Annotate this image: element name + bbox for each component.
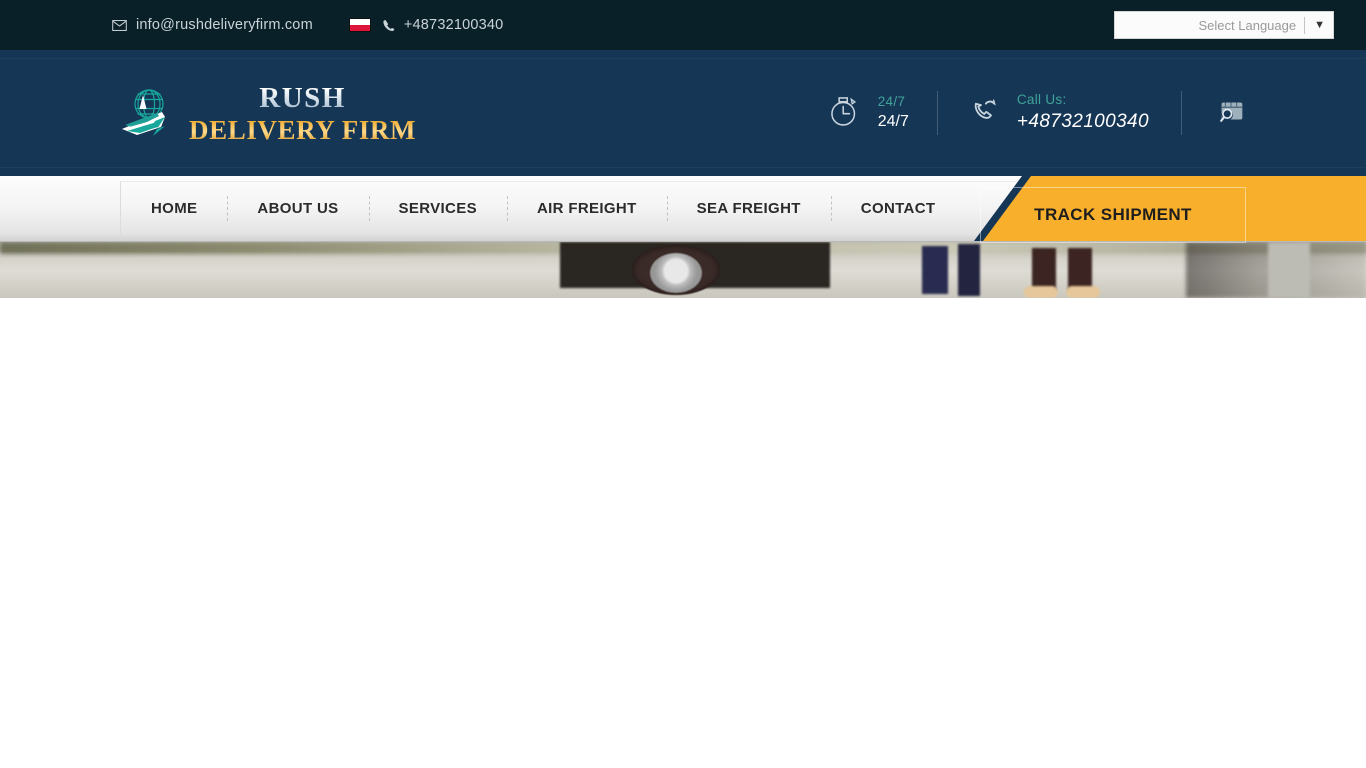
header-divider-1 [936,91,938,135]
language-selector-label: Select Language [1198,17,1297,33]
logo-line-2: DELIVERY FIRM [189,115,417,145]
nav-item-about-us[interactable]: ABOUT US [227,182,368,235]
phone-handset-icon [966,92,1002,133]
language-selector[interactable]: Select Language ▼ [1114,11,1334,39]
language-selector-divider [1304,16,1306,34]
nav-item-contact[interactable]: CONTACT [830,182,966,235]
hero-pillar [1268,242,1310,298]
hero-person-leg [958,244,980,296]
hero-person-shoe [1024,286,1058,298]
main-navigation: HOME ABOUT US SERVICES AIR FREIGHT SEA F… [0,176,1366,243]
chevron-down-icon: ▼ [1314,19,1325,31]
hours-text: 24/7 24/7 [878,93,909,133]
nav-item-services[interactable]: SERVICES [368,182,507,235]
poland-flag-icon [348,18,371,32]
envelope-icon [112,19,127,31]
hero-person-shoe [1066,286,1100,298]
nav-item-home[interactable]: HOME [121,182,227,235]
email-link[interactable]: info@rushdeliveryfirm.com [112,17,313,33]
top-bar: info@rushdeliveryfirm.com +48732100340 S… [0,0,1366,50]
hours-label: 24/7 [877,94,906,110]
package-search-icon[interactable] [1214,94,1248,133]
stopwatch-icon [827,93,863,134]
call-label: Call Us: [1016,92,1067,108]
site-header: RUSH DELIVERY FIRM 24/7 24/7 Call Us: +4… [0,50,1366,176]
hero-banner [0,242,1366,298]
email-text: info@rushdeliveryfirm.com [136,17,313,33]
phone-icon [382,19,395,32]
logo-text: RUSH DELIVERY FIRM [189,82,416,144]
hero-image [0,242,1366,298]
hero-person-leg [922,246,948,294]
phone-text: +48732100340 [403,17,504,33]
logo-line-1: RUSH [189,84,416,113]
call-block: Call Us: +48732100340 [966,91,1149,135]
nav-item-sea-freight[interactable]: SEA FREIGHT [666,182,831,235]
site-logo[interactable]: RUSH DELIVERY FIRM [113,82,416,144]
nav-list: HOME ABOUT US SERVICES AIR FREIGHT SEA F… [121,182,965,235]
globe-ship-logo-icon [113,85,175,141]
call-value: +48732100340 [1016,111,1149,133]
header-info: 24/7 24/7 Call Us: +48732100340 [827,91,1248,135]
call-text: Call Us: +48732100340 [1017,91,1149,135]
hero-wheel-rim [650,253,702,293]
page-content-area [0,298,1366,768]
phone-link[interactable]: +48732100340 [348,17,504,33]
hours-block: 24/7 24/7 [827,93,909,134]
hours-value: 24/7 [877,113,909,131]
header-divider-2 [1181,91,1182,135]
track-shipment-button[interactable]: TRACK SHIPMENT [980,187,1246,243]
nav-item-air-freight[interactable]: AIR FREIGHT [506,182,667,235]
